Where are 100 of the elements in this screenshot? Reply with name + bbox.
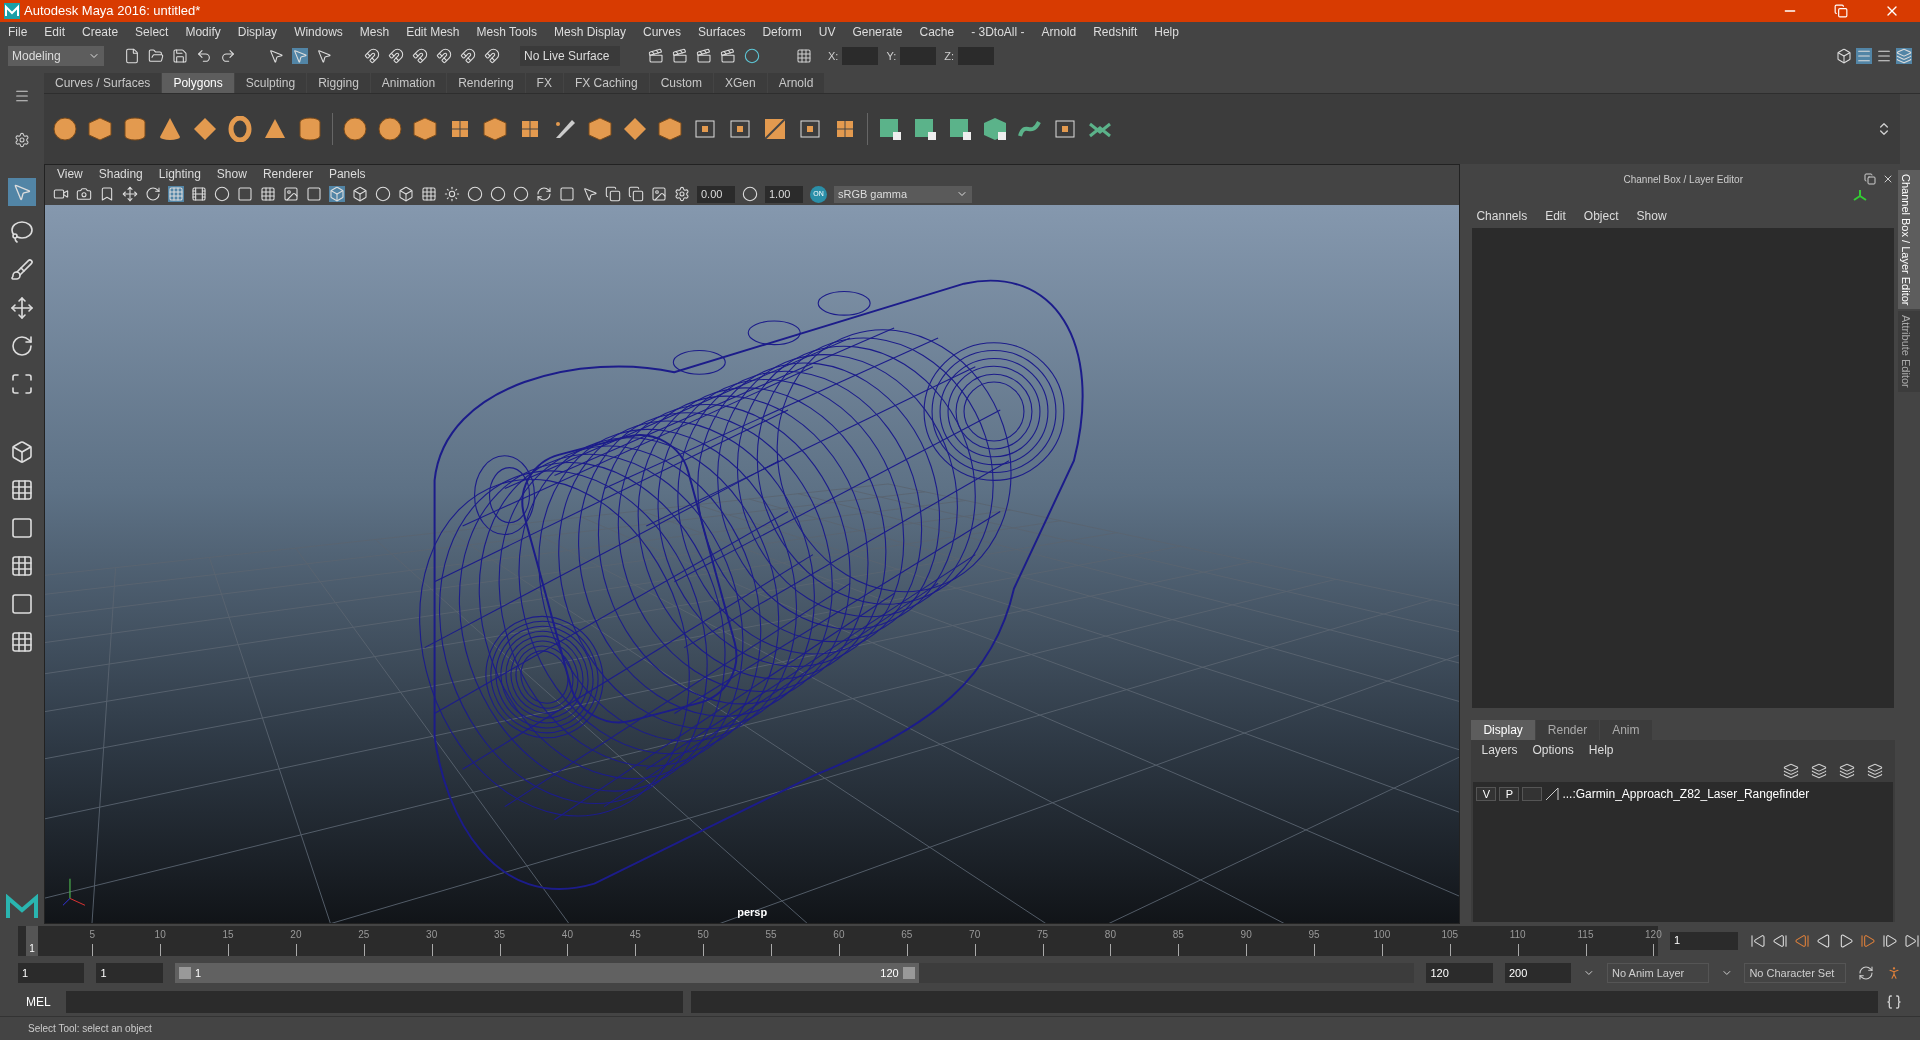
image-icon[interactable] — [282, 186, 299, 202]
magnet-icon[interactable] — [412, 48, 428, 64]
skip-forward-icon[interactable] — [1904, 933, 1920, 949]
refresh-icon[interactable] — [535, 186, 552, 202]
image-icon[interactable] — [650, 186, 667, 202]
side-tab[interactable]: Channel Box / Layer Editor — [1898, 170, 1920, 310]
pointer-icon[interactable] — [268, 48, 284, 64]
list-icon[interactable] — [1876, 48, 1892, 64]
cylinder-icon[interactable] — [122, 116, 148, 142]
menu-item[interactable]: File — [8, 23, 28, 41]
layer-name[interactable]: ...:Garmin_Approach_Z82_Laser_Rangefinder — [1562, 785, 1810, 803]
menu-item[interactable]: Mesh Display — [554, 23, 627, 41]
scale-icon[interactable] — [9, 372, 34, 396]
lasso-icon[interactable] — [9, 220, 34, 244]
sphere-icon[interactable] — [342, 116, 368, 142]
clapperboard-icon[interactable] — [696, 48, 712, 64]
folder-icon[interactable] — [148, 48, 164, 64]
start-time-field[interactable]: 1 — [18, 963, 85, 983]
layer-menu[interactable]: Help — [1588, 741, 1614, 759]
coordinate-field[interactable] — [900, 47, 937, 65]
pointer-icon[interactable] — [316, 48, 332, 64]
circle-icon[interactable] — [744, 48, 760, 64]
wireframe-cube-icon[interactable] — [328, 186, 345, 202]
step-back-icon[interactable] — [1772, 933, 1788, 949]
layout-icon[interactable] — [9, 554, 34, 578]
menu-item[interactable]: Redshift — [1093, 23, 1138, 41]
menu-item[interactable]: Select — [135, 23, 169, 41]
move-icon[interactable] — [121, 186, 138, 202]
cube-icon[interactable] — [657, 116, 683, 142]
rotate-icon[interactable] — [9, 334, 34, 358]
cube-icon[interactable] — [482, 116, 508, 142]
exposure-field[interactable]: 0.00 — [696, 185, 735, 203]
layer-up-icon[interactable] — [1783, 763, 1799, 779]
cube-icon[interactable] — [87, 116, 113, 142]
redo-icon[interactable] — [220, 48, 236, 64]
light-icon[interactable] — [443, 186, 460, 202]
shelf-tab[interactable]: Arnold — [767, 73, 825, 93]
textured-square-icon[interactable] — [877, 116, 903, 142]
layer-menu[interactable]: Layers — [1481, 741, 1518, 759]
square-icon[interactable] — [558, 186, 575, 202]
viewport-menu[interactable]: Lighting — [158, 165, 201, 183]
shelf-tab[interactable]: Rigging — [307, 73, 370, 93]
layer-editor-tab[interactable]: Render — [1535, 720, 1600, 740]
coordinate-field[interactable] — [958, 47, 994, 65]
menu-item[interactable]: Surfaces — [698, 23, 746, 41]
camera-icon[interactable] — [52, 186, 69, 202]
move-icon[interactable] — [9, 296, 34, 320]
channel-box-menu[interactable]: Channels — [1476, 207, 1528, 225]
clapperboard-icon[interactable] — [672, 48, 688, 64]
layout-icon[interactable] — [9, 592, 34, 616]
viewport-menu[interactable]: View — [56, 165, 83, 183]
circle-icon[interactable] — [213, 186, 230, 202]
layer-add-icon[interactable] — [1839, 763, 1855, 779]
visibility-toggle[interactable]: V — [1476, 787, 1497, 801]
shelf-tab[interactable]: Custom — [649, 73, 713, 93]
rotate-icon[interactable] — [144, 186, 161, 202]
shelf-tab[interactable]: FX — [525, 73, 563, 93]
range-slider-track[interactable]: 1 120 — [174, 963, 1415, 983]
character-set-dropdown[interactable]: No Character Set — [1744, 963, 1846, 983]
new-file-icon[interactable] — [124, 48, 140, 64]
layers-icon[interactable] — [1896, 48, 1912, 64]
copy-icon[interactable] — [604, 186, 621, 202]
play-icon[interactable] — [1838, 933, 1854, 949]
playback-toggle[interactable]: P — [1499, 787, 1520, 801]
menu-icon[interactable] — [14, 88, 30, 104]
cone-icon[interactable] — [157, 116, 183, 142]
menu-item[interactable]: Arnold — [1041, 23, 1077, 41]
circle-icon[interactable] — [466, 186, 483, 202]
magnet-icon[interactable] — [460, 48, 476, 64]
shelf-tab[interactable]: XGen — [713, 73, 767, 93]
magnet-icon[interactable] — [364, 48, 380, 64]
brush-icon[interactable] — [9, 258, 34, 282]
shelf-tab[interactable]: Rendering — [447, 73, 525, 93]
settings-icon[interactable] — [673, 186, 690, 202]
shelf-tab[interactable]: Sculpting — [234, 73, 307, 93]
menu-item[interactable]: Curves — [643, 23, 682, 41]
menu-item[interactable]: Generate — [852, 23, 903, 41]
cube-icon[interactable] — [412, 116, 438, 142]
menu-item[interactable]: Windows — [294, 23, 343, 41]
color-space-dropdown[interactable]: sRGB gamma — [833, 185, 972, 203]
grid-icon[interactable] — [796, 48, 812, 64]
live-surface-field[interactable]: No Live Surface — [520, 46, 620, 66]
channel-box-menu[interactable]: Edit — [1545, 207, 1566, 225]
shelf-tab[interactable]: Animation — [370, 73, 447, 93]
circle-icon[interactable] — [374, 186, 391, 202]
sphere-icon[interactable] — [52, 116, 78, 142]
refresh-icon[interactable] — [1857, 965, 1874, 981]
viewport-menu[interactable]: Renderer — [262, 165, 313, 183]
layout-icon[interactable] — [9, 630, 34, 654]
float-icon[interactable] — [1864, 173, 1876, 185]
menu-item[interactable]: Modify — [185, 23, 221, 41]
script-editor-icon[interactable] — [1886, 994, 1902, 1010]
reference-toggle[interactable] — [1522, 787, 1543, 801]
circle-icon[interactable] — [741, 186, 758, 202]
menu-item[interactable]: - 3DtoAll - — [971, 23, 1025, 41]
film-icon[interactable] — [190, 186, 207, 202]
menu-item[interactable]: Create — [82, 23, 119, 41]
textured-square-icon[interactable] — [947, 116, 973, 142]
menu-item[interactable]: Mesh — [359, 23, 390, 41]
diamond-icon[interactable] — [192, 116, 218, 142]
